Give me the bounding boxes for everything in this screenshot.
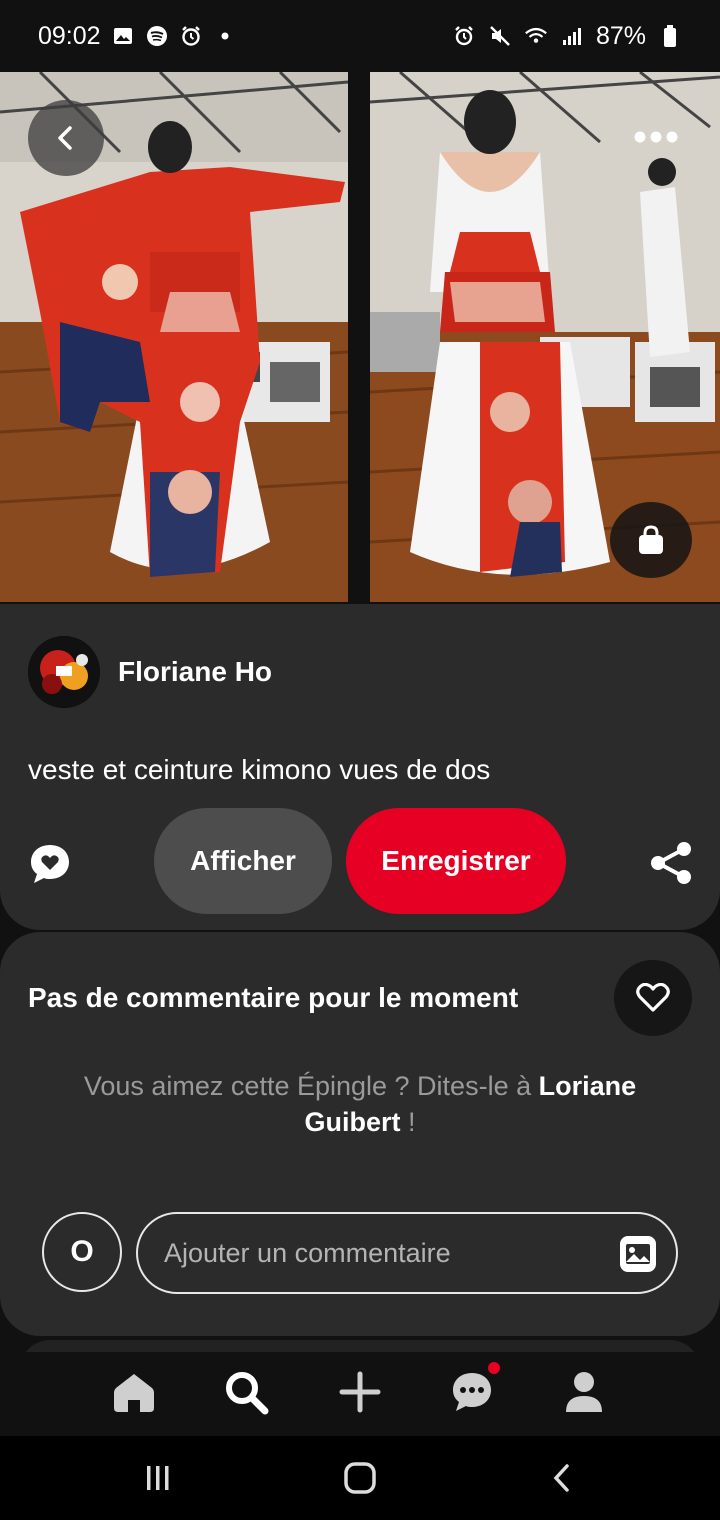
author-name[interactable]: Floriane Ho (118, 656, 272, 688)
dot-icon (213, 24, 237, 48)
nav-create[interactable] (336, 1368, 384, 1416)
home-icon (114, 1374, 154, 1412)
pin-description: veste et ceinture kimono vues de dos (28, 754, 491, 785)
notification-dot (488, 1362, 500, 1374)
comment-input[interactable] (164, 1214, 604, 1292)
share-icon (651, 842, 691, 884)
pin-info-card: Floriane Ho veste et ceinture kimono vue… (0, 604, 720, 930)
view-button[interactable]: Afficher (154, 808, 332, 914)
back-button[interactable] (28, 100, 104, 176)
share-button[interactable] (648, 840, 694, 886)
home-square-icon (344, 1462, 376, 1494)
like-button[interactable] (614, 960, 692, 1036)
avatar[interactable] (28, 636, 100, 708)
comment-button[interactable] (28, 842, 72, 886)
current-user-avatar[interactable]: O (42, 1212, 122, 1292)
shopping-bag-icon (639, 525, 663, 554)
author-row[interactable]: Floriane Ho (28, 636, 272, 708)
nav-home[interactable] (110, 1368, 158, 1416)
status-time: 09:02 (38, 21, 101, 50)
save-button[interactable]: Enregistrer (346, 808, 566, 914)
nav-messages[interactable] (448, 1362, 500, 1416)
plus-icon (339, 1371, 381, 1413)
recent-apps-icon (147, 1466, 169, 1490)
home-system-button[interactable] (338, 1458, 382, 1498)
comment-prompt: Vous aimez cette Épingle ? Dites-le à Lo… (40, 1068, 680, 1140)
comment-icon (31, 845, 69, 883)
comments-title: Pas de commentaire pour le moment (28, 982, 519, 1013)
image-icon (620, 1236, 656, 1272)
comments-card: Pas de commentaire pour le moment Vous a… (0, 932, 720, 1336)
profile-icon (566, 1372, 602, 1412)
more-options-button[interactable] (624, 112, 688, 162)
signal-icon (560, 24, 584, 48)
chevron-left-icon (58, 126, 72, 150)
alarm-set-icon (452, 24, 476, 48)
recent-apps-button[interactable] (136, 1458, 180, 1498)
pin-image[interactable] (0, 72, 720, 604)
prompt-text: Vous aimez cette Épingle ? Dites-le à (83, 1071, 539, 1101)
bottom-nav (0, 1352, 720, 1436)
system-nav-bar (0, 1436, 720, 1520)
mute-icon (488, 24, 512, 48)
gallery-notification-icon (111, 24, 135, 48)
battery-icon (658, 24, 682, 48)
comment-input-container[interactable] (136, 1212, 678, 1294)
shop-button[interactable] (610, 502, 692, 578)
messages-icon (453, 1373, 491, 1411)
status-bar: 09:02 87% (0, 0, 720, 72)
heart-icon (636, 983, 670, 1012)
nav-search[interactable] (222, 1368, 270, 1416)
system-back-button[interactable] (540, 1458, 584, 1498)
add-image-button[interactable] (618, 1234, 658, 1274)
prompt-suffix: ! (400, 1107, 416, 1137)
search-icon (226, 1372, 269, 1415)
wifi-icon (524, 24, 548, 48)
nav-profile[interactable] (560, 1368, 608, 1416)
back-chevron-icon (553, 1464, 569, 1492)
more-horizontal-icon (634, 131, 678, 143)
alarm-icon (179, 24, 203, 48)
spotify-icon (145, 24, 169, 48)
battery-percent: 87% (595, 21, 646, 50)
pin-actions: Afficher Enregistrer (0, 808, 720, 914)
